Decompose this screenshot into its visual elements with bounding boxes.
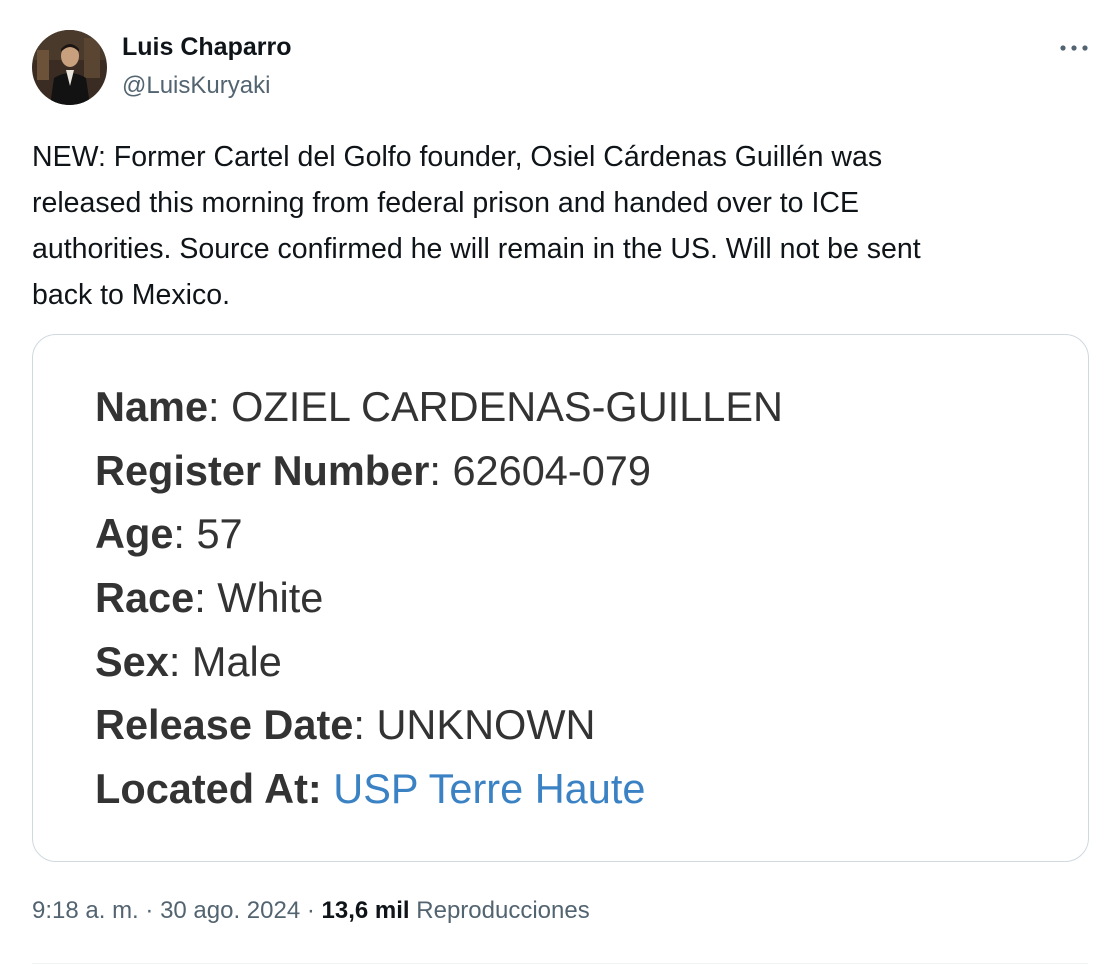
record-separator: : [429, 446, 453, 494]
record-value: 57 [196, 510, 243, 558]
record-separator [322, 765, 334, 812]
record-value: Male [191, 637, 282, 685]
record-age: Age: 57 [95, 502, 783, 566]
meta-separator: · [138, 897, 161, 924]
record-value: OZIEL CARDENAS-GUILLEN [231, 383, 784, 430]
timestamp-link[interactable]: 9:18 a. m. [32, 897, 139, 924]
record-label: Race [95, 574, 195, 622]
inmate-record: Name: OZIEL CARDENAS-GUILLEN Register Nu… [95, 375, 783, 821]
views-count: 13,6 mil [321, 897, 410, 924]
author-name[interactable]: Luis Chaparro [122, 33, 291, 62]
record-race: Race: White [95, 566, 783, 630]
media-image[interactable]: Name: OZIEL CARDENAS-GUILLEN Register Nu… [32, 334, 1089, 862]
record-name: Name: OZIEL CARDENAS-GUILLEN [95, 375, 783, 439]
tweet-text-line: released this morning from federal priso… [32, 187, 859, 219]
record-label: Age [95, 510, 174, 558]
date-link[interactable]: 30 ago. 2024 [160, 897, 300, 924]
record-separator: : [194, 574, 218, 622]
tweet: Luis Chaparro @LuisKuryaki NEW: Former C… [0, 0, 1120, 976]
record-separator: : [173, 510, 197, 558]
record-register-number: Register Number: 62604-079 [95, 439, 783, 503]
record-label: Register Number [95, 446, 430, 494]
record-separator: : [208, 383, 232, 430]
record-label: Release Date [95, 701, 354, 749]
tweet-text-line: authorities. Source confirmed he will re… [32, 233, 921, 265]
author-handle[interactable]: @LuisKuryaki [122, 72, 270, 100]
divider [32, 963, 1088, 964]
more-horizontal-icon [1060, 45, 1088, 51]
record-release-date: Release Date: UNKNOWN [95, 693, 783, 757]
record-sex: Sex: Male [95, 630, 783, 694]
views-label: Reproducciones [409, 897, 590, 924]
meta-separator: · [300, 897, 322, 924]
tweet-text: NEW: Former Cartel del Golfo founder, Os… [32, 134, 1072, 318]
facility-link: USP Terre Haute [333, 765, 646, 813]
record-value: White [217, 574, 324, 622]
avatar[interactable] [32, 30, 107, 105]
record-label: Located At: [95, 765, 322, 813]
record-separator: : [168, 637, 192, 685]
record-located-at: Located At: USP Terre Haute [95, 757, 783, 821]
more-options-button[interactable] [1052, 34, 1096, 62]
record-value: 62604-079 [452, 446, 651, 494]
tweet-text-line: NEW: Former Cartel del Golfo founder, Os… [32, 141, 883, 173]
tweet-meta: 9:18 a. m. · 30 ago. 2024 · 13,6 mil Rep… [32, 897, 590, 925]
tweet-text-line: back to Mexico. [32, 279, 230, 311]
record-separator: : [353, 701, 377, 749]
avatar-image [32, 30, 107, 105]
record-label: Name [95, 383, 209, 430]
record-label: Sex [95, 637, 169, 685]
record-value: UNKNOWN [376, 701, 596, 749]
